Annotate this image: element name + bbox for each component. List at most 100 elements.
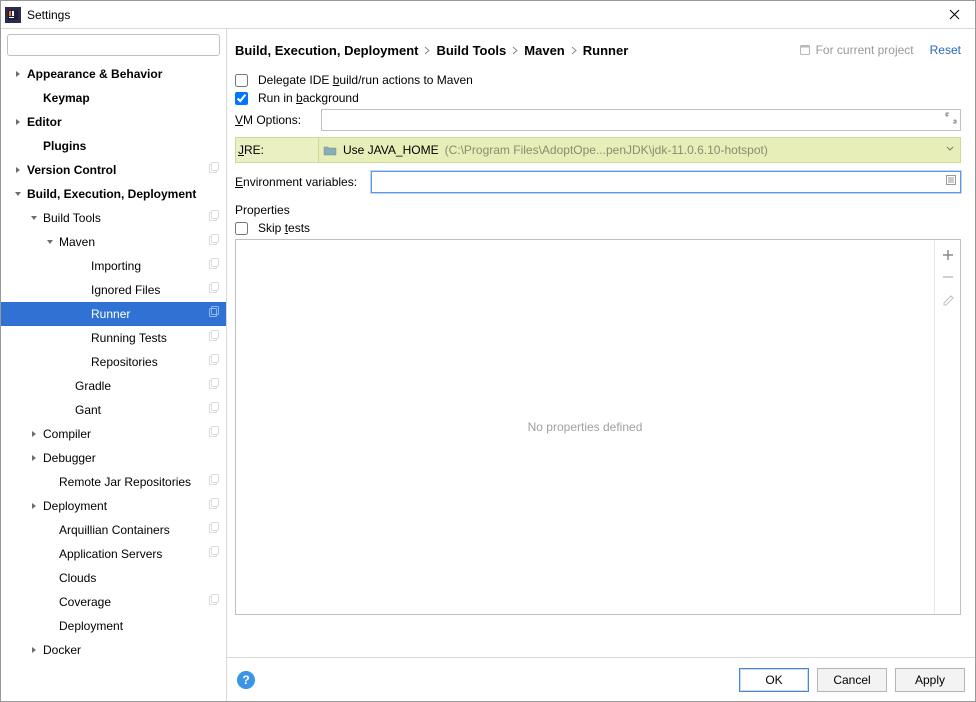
tree-item-arquillian-containers[interactable]: Arquillian Containers xyxy=(1,518,226,542)
chevron-right-icon xyxy=(571,46,577,55)
tree-item-label: Gant xyxy=(75,403,101,417)
list-edit-icon[interactable] xyxy=(945,174,957,186)
apply-button[interactable]: Apply xyxy=(895,668,965,692)
tree-item-clouds[interactable]: Clouds xyxy=(1,566,226,590)
skip-tests-row: Skip tests xyxy=(235,221,961,235)
breadcrumb-part[interactable]: Build, Execution, Deployment xyxy=(235,43,418,58)
tree-item-editor[interactable]: Editor xyxy=(1,110,226,134)
jre-label: JRE: xyxy=(236,138,312,162)
tree-item-build-tools[interactable]: Build Tools xyxy=(1,206,226,230)
project-scope-icon xyxy=(207,498,220,511)
jre-dropdown[interactable]: Use JAVA_HOME (C:\Program Files\AdoptOpe… xyxy=(318,138,960,162)
project-scope-icon xyxy=(207,234,220,247)
reset-link[interactable]: Reset xyxy=(930,43,961,57)
breadcrumb-part: Runner xyxy=(583,43,629,58)
skip-tests-checkbox[interactable] xyxy=(235,222,248,235)
tree-item-label: Appearance & Behavior xyxy=(27,67,162,81)
tree-item-label: Maven xyxy=(59,235,95,249)
tree-item-remote-jar-repositories[interactable]: Remote Jar Repositories xyxy=(1,470,226,494)
app-icon xyxy=(5,7,21,23)
project-scope-icon xyxy=(207,426,220,439)
chevron-right-icon xyxy=(29,454,39,462)
jre-value: Use JAVA_HOME xyxy=(343,143,439,157)
delegate-label: Delegate IDE build/run actions to Maven xyxy=(258,73,473,87)
env-vars-input[interactable] xyxy=(371,171,961,193)
jre-path: (C:\Program Files\AdoptOpe...penJDK\jdk-… xyxy=(445,143,768,157)
tree-item-keymap[interactable]: Keymap xyxy=(1,86,226,110)
remove-property-button[interactable] xyxy=(941,270,955,284)
chevron-right-icon xyxy=(424,46,430,55)
tree-item-maven[interactable]: Maven xyxy=(1,230,226,254)
tree-item-deployment[interactable]: Deployment xyxy=(1,494,226,518)
tree-item-label: Debugger xyxy=(43,451,96,465)
chevron-down-icon xyxy=(946,146,954,152)
tree-item-repositories[interactable]: Repositories xyxy=(1,350,226,374)
project-scope-icon xyxy=(207,546,220,559)
project-scope-icon xyxy=(207,210,220,223)
vm-options-input[interactable] xyxy=(321,109,961,131)
tree-item-appearance-behavior[interactable]: Appearance & Behavior xyxy=(1,62,226,86)
tree-item-runner[interactable]: Runner xyxy=(1,302,226,326)
sidebar: Appearance & Behavior KeymapEditorPlugins… xyxy=(1,29,227,701)
window-close-button[interactable] xyxy=(939,4,969,26)
tree-item-docker[interactable]: Docker xyxy=(1,638,226,662)
tree-item-gradle[interactable]: Gradle xyxy=(1,374,226,398)
breadcrumb: Build, Execution, Deployment Build Tools M… xyxy=(235,43,628,58)
background-label: Run in background xyxy=(258,91,359,105)
project-scope-icon xyxy=(207,522,220,535)
expand-icon[interactable] xyxy=(945,112,957,124)
tree-item-plugins[interactable]: Plugins xyxy=(1,134,226,158)
delegate-checkbox[interactable] xyxy=(235,74,248,87)
properties-toolbar xyxy=(934,240,960,614)
env-vars-row: Environment variables: xyxy=(235,171,961,193)
chevron-right-icon xyxy=(29,430,39,438)
chevron-right-icon xyxy=(29,502,39,510)
skip-tests-label: Skip tests xyxy=(258,221,310,235)
breadcrumb-part[interactable]: Build Tools xyxy=(436,43,506,58)
tree-item-deployment[interactable]: Deployment xyxy=(1,614,226,638)
tree-item-coverage[interactable]: Coverage xyxy=(1,590,226,614)
tree-item-compiler[interactable]: Compiler xyxy=(1,422,226,446)
breadcrumb-row: Build, Execution, Deployment Build Tools M… xyxy=(235,29,961,69)
vm-options-label: VM Options: xyxy=(235,113,315,127)
tree-item-gant[interactable]: Gant xyxy=(1,398,226,422)
help-button[interactable]: ? xyxy=(237,671,255,689)
tree-item-label: Clouds xyxy=(59,571,96,585)
tree-item-label: Gradle xyxy=(75,379,111,393)
project-scope-icon xyxy=(207,354,220,367)
tree-item-label: Repositories xyxy=(91,355,158,369)
settings-search-input[interactable] xyxy=(7,34,220,56)
tree-item-running-tests[interactable]: Running Tests xyxy=(1,326,226,350)
breadcrumb-part[interactable]: Maven xyxy=(524,43,564,58)
search-wrap xyxy=(1,29,226,60)
background-checkbox[interactable] xyxy=(235,92,248,105)
ok-button[interactable]: OK xyxy=(739,668,809,692)
chevron-down-icon xyxy=(45,238,55,246)
tree-item-version-control[interactable]: Version Control xyxy=(1,158,226,182)
tree-item-build-execution-deployment[interactable]: Build, Execution, Deployment xyxy=(1,182,226,206)
add-property-button[interactable] xyxy=(941,248,955,262)
project-scope-note: For current project xyxy=(799,43,914,57)
project-scope-icon xyxy=(207,378,220,391)
chevron-right-icon xyxy=(13,166,23,174)
tree-item-application-servers[interactable]: Application Servers xyxy=(1,542,226,566)
edit-property-button[interactable] xyxy=(941,292,955,306)
tree-item-label: Version Control xyxy=(27,163,116,177)
tree-item-label: Importing xyxy=(91,259,141,273)
chevron-down-icon xyxy=(29,214,39,222)
project-scope-icon xyxy=(207,258,220,271)
tree-item-label: Docker xyxy=(43,643,81,657)
tree-item-debugger[interactable]: Debugger xyxy=(1,446,226,470)
dialog-footer: ? OK Cancel Apply xyxy=(227,657,975,701)
vm-options-row: VM Options: xyxy=(235,109,961,131)
tree-item-label: Ignored Files xyxy=(91,283,160,297)
settings-tree[interactable]: Appearance & Behavior KeymapEditorPlugins… xyxy=(1,60,226,701)
tree-item-label: Runner xyxy=(91,307,130,321)
tree-item-label: Coverage xyxy=(59,595,111,609)
tree-item-importing[interactable]: Importing xyxy=(1,254,226,278)
cancel-button[interactable]: Cancel xyxy=(817,668,887,692)
tree-item-label: Deployment xyxy=(43,499,107,513)
tree-item-label: Running Tests xyxy=(91,331,167,345)
tree-item-ignored-files[interactable]: Ignored Files xyxy=(1,278,226,302)
tree-item-label: Compiler xyxy=(43,427,91,441)
